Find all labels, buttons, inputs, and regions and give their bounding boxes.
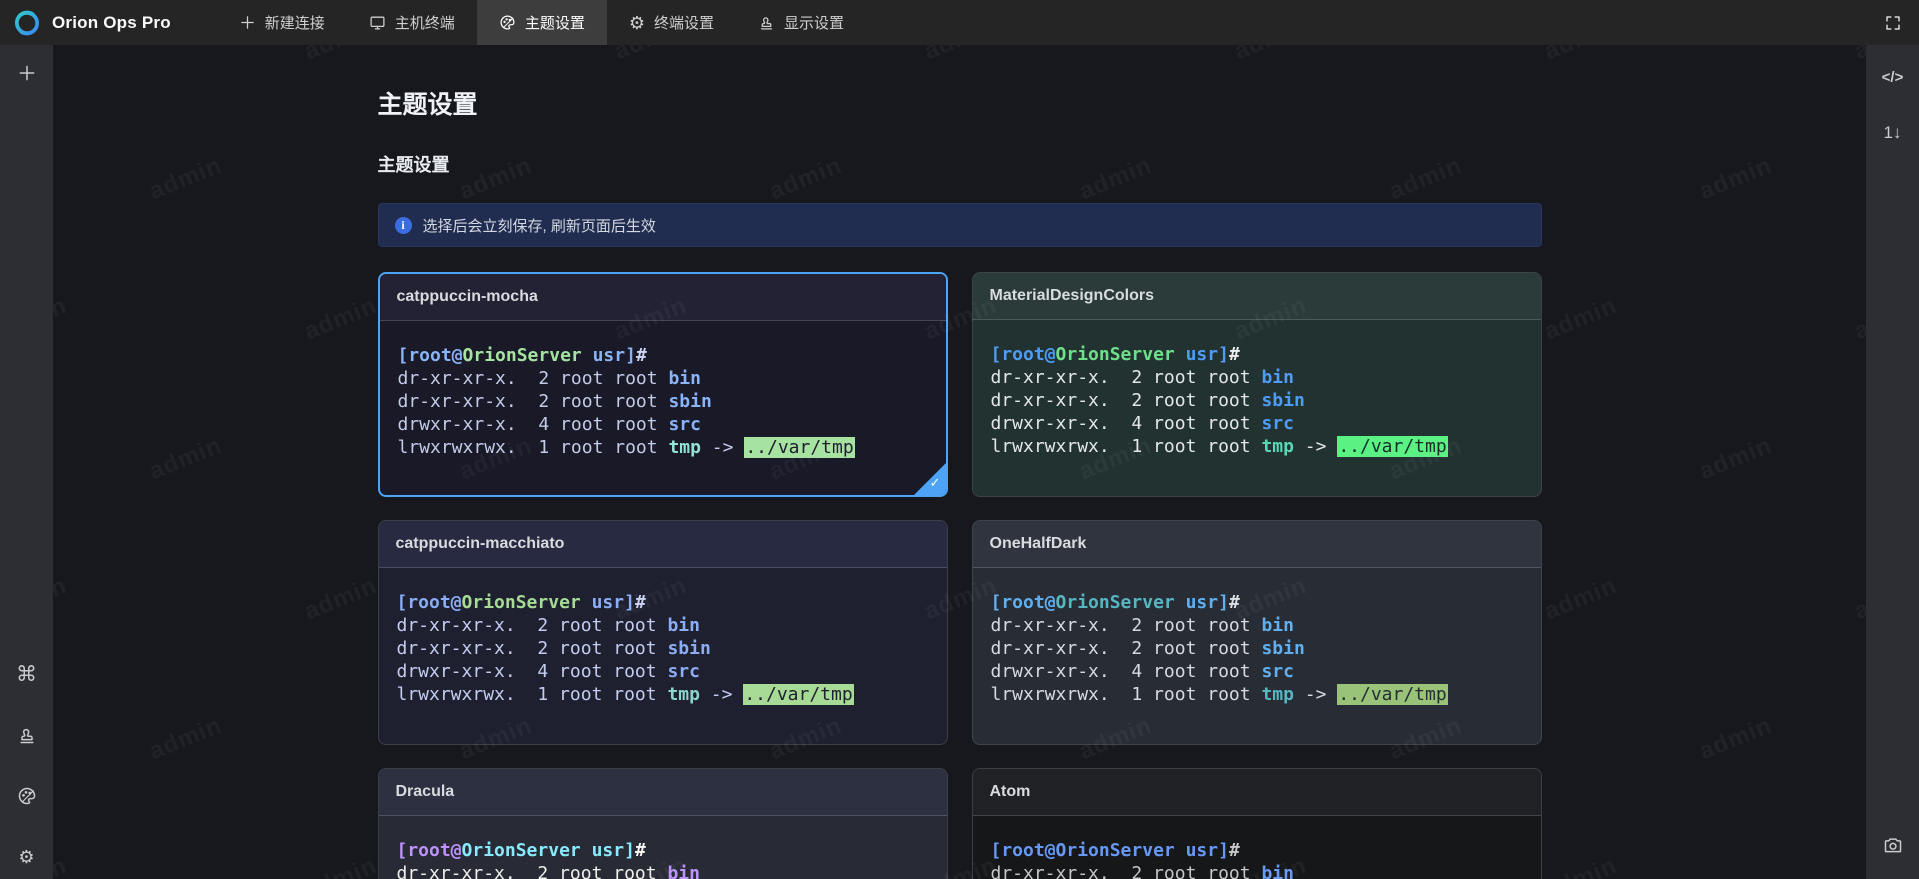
section-title: 主题设置 (378, 151, 1542, 177)
info-icon: i (395, 217, 412, 234)
terminal-line: dr-xr-xr-x. 2 root root sbin (991, 637, 1523, 660)
theme-grid: catppuccin-mocha [root@OrionServer usr]#… (378, 272, 1542, 879)
terminal-line: dr-xr-xr-x. 2 root root sbin (397, 637, 929, 660)
right-sidebar-top-icons: </> 1↓ (1866, 57, 1919, 153)
navbar: Orion Ops Pro 新建连接 主机终端 主题设置 ⚙ 终端设置 显示设置 (0, 0, 1919, 45)
command-icon[interactable]: ⌘ (0, 654, 53, 694)
code-icon[interactable]: </> (1866, 57, 1919, 97)
left-sidebar: ⌘⚙ (0, 45, 53, 879)
selected-check-icon: ✓ (930, 476, 941, 491)
page-title: 主题设置 (378, 85, 1542, 121)
terminal-prompt: [root@OrionServer usr]# (397, 839, 929, 862)
terminal-line: lrwxrwxrwx. 1 root root tmp -> ../var/tm… (991, 683, 1523, 706)
terminal-line: drwxr-xr-x. 4 root root src (991, 660, 1523, 683)
terminal-prompt: [root@OrionServer usr]# (397, 591, 929, 614)
terminal-line: drwxr-xr-x. 4 root root src (991, 412, 1523, 435)
theme-name: Dracula (379, 769, 947, 816)
monitor-icon (369, 14, 386, 31)
terminal-prompt: [root@OrionServer usr]# (991, 839, 1523, 862)
app-title: Orion Ops Pro (52, 13, 171, 33)
terminal-line: drwxr-xr-x. 4 root root src (398, 413, 928, 436)
terminal-line: dr-xr-xr-x. 2 root root bin (991, 614, 1523, 637)
terminal-preview: [root@OrionServer usr]# dr-xr-xr-x. 2 ro… (379, 568, 947, 706)
gear-icon[interactable]: ⚙ (0, 837, 53, 877)
info-banner: i 选择后会立刻保存, 刷新页面后生效 (378, 203, 1542, 247)
theme-name: Atom (973, 769, 1541, 816)
fullscreen-icon[interactable] (1866, 0, 1919, 45)
terminal-preview: [root@OrionServer usr]# dr-xr-xr-x. 2 ro… (973, 568, 1541, 706)
gear-icon: ⚙ (629, 14, 645, 32)
theme-name: catppuccin-macchiato (379, 521, 947, 568)
palette-icon (499, 14, 516, 31)
theme-card-MaterialDesignColors[interactable]: MaterialDesignColors [root@OrionServer u… (972, 272, 1542, 497)
terminal-line: drwxr-xr-x. 4 root root src (397, 660, 929, 683)
right-sidebar: </> 1↓ (1866, 45, 1919, 879)
info-banner-text: 选择后会立刻保存, 刷新页面后生效 (423, 215, 656, 236)
theme-name: OneHalfDark (973, 521, 1541, 568)
terminal-preview: [root@OrionServer usr]# dr-xr-xr-x. 2 ro… (973, 320, 1541, 458)
nav-tab-label: 主机终端 (395, 12, 455, 33)
nav-tab-label: 新建连接 (265, 12, 325, 33)
nav-tab[interactable]: 主机终端 (347, 0, 477, 45)
terminal-line: dr-xr-xr-x. 2 root root bin (398, 367, 928, 390)
terminal-line: dr-xr-xr-x. 2 root root bin (991, 862, 1523, 879)
terminal-preview: [root@OrionServer usr]# dr-xr-xr-x. 2 ro… (380, 321, 946, 459)
terminal-line: dr-xr-xr-x. 2 root root bin (397, 862, 929, 879)
sort-icon[interactable]: 1↓ (1866, 113, 1919, 153)
theme-card-Dracula[interactable]: Dracula [root@OrionServer usr]# dr-xr-xr… (378, 768, 948, 879)
nav-tab[interactable]: ⚙ 终端设置 (607, 0, 736, 45)
plus-icon (239, 14, 256, 31)
terminal-preview: [root@OrionServer usr]# dr-xr-xr-x. 2 ro… (973, 816, 1541, 879)
terminal-preview: [root@OrionServer usr]# dr-xr-xr-x. 2 ro… (379, 816, 947, 879)
app-brand: Orion Ops Pro (0, 0, 217, 45)
nav-tab-label: 主题设置 (525, 12, 585, 33)
nav-tab[interactable]: 主题设置 (477, 0, 607, 45)
terminal-line: lrwxrwxrwx. 1 root root tmp -> ../var/tm… (398, 436, 928, 459)
theme-card-catppuccin-macchiato[interactable]: catppuccin-macchiato [root@OrionServer u… (378, 520, 948, 745)
terminal-prompt: [root@OrionServer usr]# (991, 591, 1523, 614)
nav-tab[interactable]: 显示设置 (736, 0, 866, 45)
palette-icon[interactable] (0, 776, 53, 816)
plus-icon[interactable] (0, 53, 53, 93)
main-area: 主题设置 主题设置 i 选择后会立刻保存, 刷新页面后生效 catppuccin… (53, 45, 1866, 879)
theme-card-catppuccin-mocha[interactable]: catppuccin-mocha [root@OrionServer usr]#… (378, 272, 948, 497)
app-logo-icon (12, 8, 42, 38)
theme-name: catppuccin-mocha (380, 274, 946, 321)
theme-card-Atom[interactable]: Atom [root@OrionServer usr]# dr-xr-xr-x.… (972, 768, 1542, 879)
theme-card-OneHalfDark[interactable]: OneHalfDark [root@OrionServer usr]# dr-x… (972, 520, 1542, 745)
left-sidebar-bottom-icons: ⌘⚙ (0, 654, 53, 879)
camera-icon[interactable] (1866, 825, 1919, 865)
theme-name: MaterialDesignColors (973, 273, 1541, 320)
stamp-icon[interactable] (0, 715, 53, 755)
nav-tabs: 新建连接 主机终端 主题设置 ⚙ 终端设置 显示设置 (217, 0, 866, 45)
terminal-line: dr-xr-xr-x. 2 root root bin (991, 366, 1523, 389)
terminal-line: lrwxrwxrwx. 1 root root tmp -> ../var/tm… (397, 683, 929, 706)
terminal-line: dr-xr-xr-x. 2 root root sbin (398, 390, 928, 413)
selected-corner: ✓ (913, 462, 947, 496)
terminal-prompt: [root@OrionServer usr]# (398, 344, 928, 367)
terminal-line: dr-xr-xr-x. 2 root root sbin (991, 389, 1523, 412)
terminal-line: lrwxrwxrwx. 1 root root tmp -> ../var/tm… (991, 435, 1523, 458)
terminal-line: dr-xr-xr-x. 2 root root bin (397, 614, 929, 637)
terminal-prompt: [root@OrionServer usr]# (991, 343, 1523, 366)
nav-tab-label: 终端设置 (654, 12, 714, 33)
nav-tab-label: 显示设置 (784, 12, 844, 33)
nav-tab[interactable]: 新建连接 (217, 0, 347, 45)
stamp-icon (758, 14, 775, 31)
